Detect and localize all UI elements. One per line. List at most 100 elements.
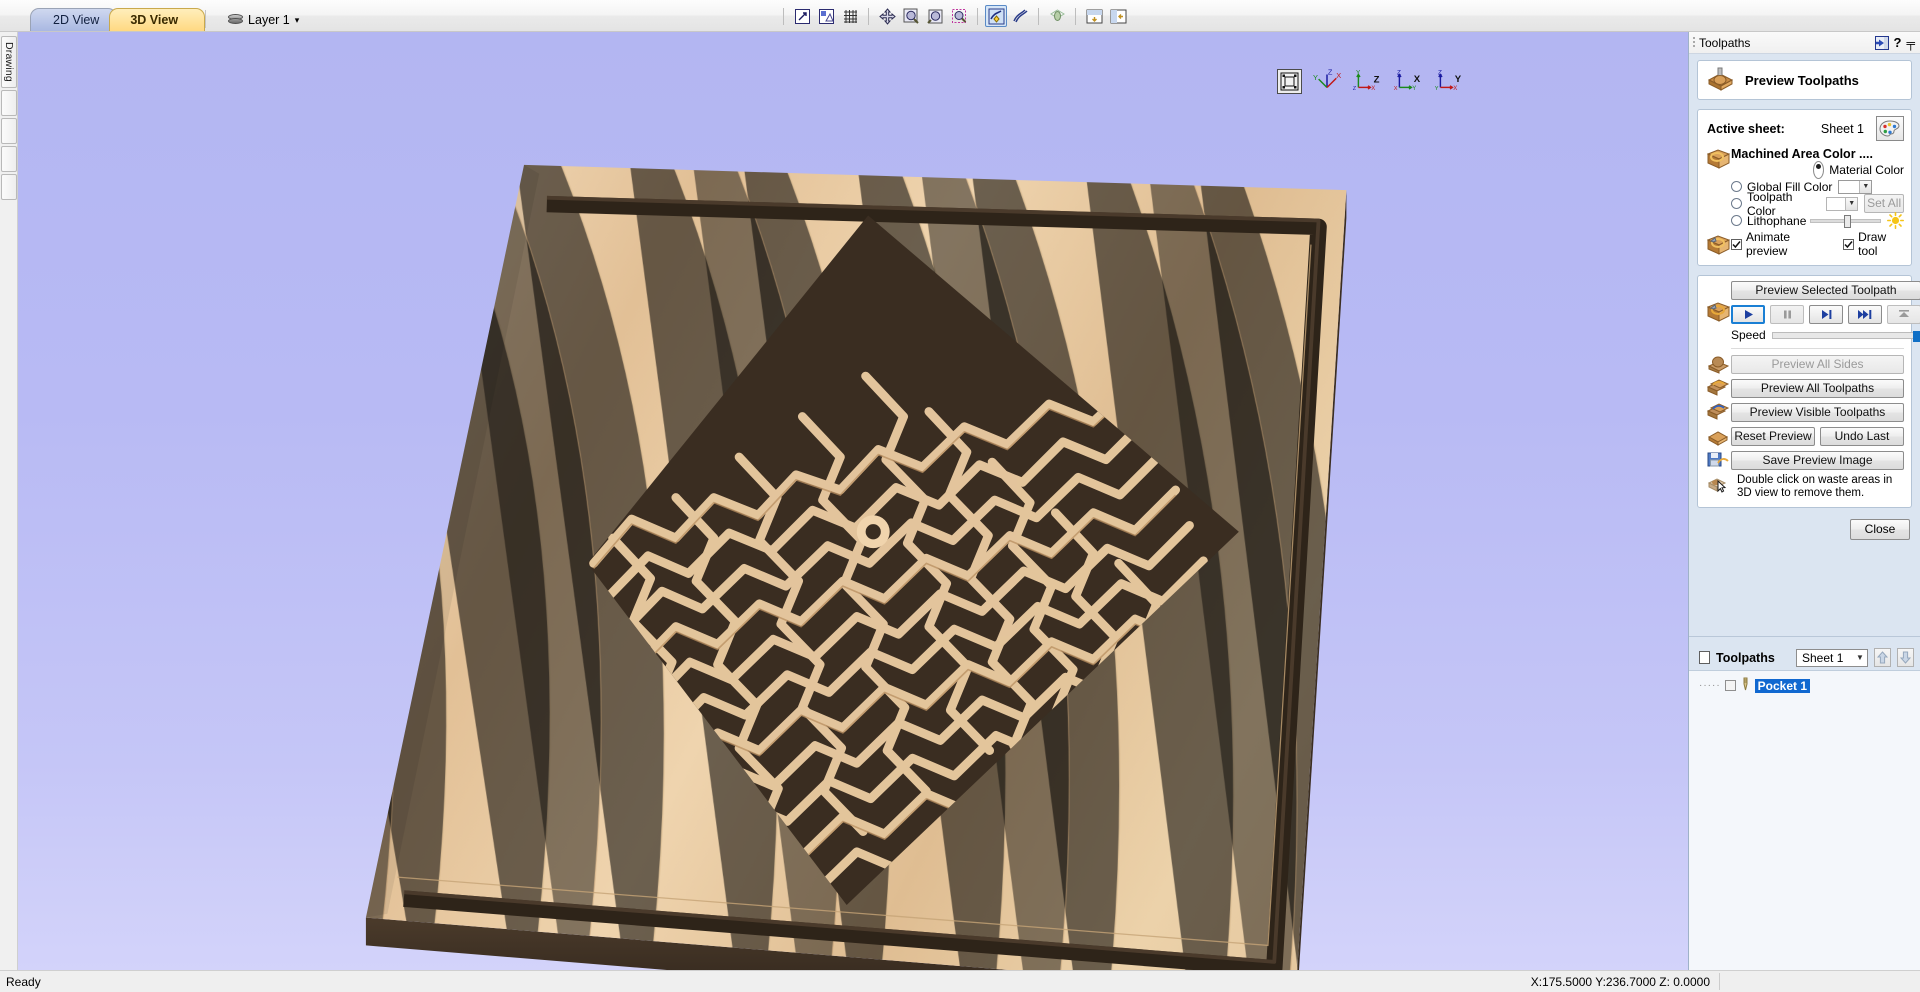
zoom-to-selection-icon[interactable] bbox=[815, 5, 837, 27]
zoom-in-icon[interactable] bbox=[900, 5, 922, 27]
fast-forward-button[interactable] bbox=[1848, 305, 1882, 324]
dock-content: Preview Toolpaths Active sheet: Sheet 1 bbox=[1689, 54, 1920, 636]
pan-icon[interactable] bbox=[876, 5, 898, 27]
transparency-icon[interactable] bbox=[1046, 5, 1068, 27]
preview-visible-toolpaths-icon bbox=[1705, 402, 1731, 422]
preview-visible-toolpaths-row: Preview Visible Toolpaths bbox=[1705, 402, 1904, 422]
animate-preview-icon bbox=[1705, 234, 1731, 255]
divider bbox=[1731, 348, 1904, 349]
end-button[interactable] bbox=[1887, 305, 1920, 324]
color-swatch bbox=[1839, 181, 1859, 193]
toolpaths-tree[interactable]: ····· Pocket 1 bbox=[1689, 670, 1920, 970]
machined-area-section: Machined Area Color .... Material Color … bbox=[1705, 147, 1904, 230]
reset-undo-row: Reset Preview Undo Last bbox=[1705, 426, 1904, 446]
toolpath-name[interactable]: Pocket 1 bbox=[1755, 679, 1810, 693]
svg-text:Y: Y bbox=[1412, 86, 1416, 92]
machined-area-card: Active sheet: Sheet 1 bbox=[1697, 109, 1912, 266]
toolbar-divider bbox=[783, 8, 784, 25]
tab-3d-view[interactable]: 3D View bbox=[109, 8, 205, 31]
dock-splitter[interactable] bbox=[1689, 636, 1920, 644]
sidebar-item-4[interactable] bbox=[1, 146, 17, 172]
list-item[interactable]: ····· Pocket 1 bbox=[1699, 677, 1920, 694]
draw-toolpath-icon[interactable] bbox=[1009, 5, 1031, 27]
chevron-down-icon: ▾ bbox=[295, 16, 300, 25]
preview-visible-toolpaths-button[interactable]: Preview Visible Toolpaths bbox=[1731, 403, 1904, 422]
close-button[interactable]: Close bbox=[1850, 519, 1910, 540]
pin-icon[interactable]: ╤ bbox=[1906, 36, 1915, 50]
reset-preview-button[interactable]: Reset Preview bbox=[1731, 427, 1815, 446]
sidebar-item-2[interactable] bbox=[1, 90, 17, 116]
double-click-hint-icon bbox=[1705, 474, 1731, 494]
hint-text: Double click on waste areas in 3D view t… bbox=[1737, 474, 1904, 500]
zoom-to-extents-icon[interactable] bbox=[791, 5, 813, 27]
pause-button[interactable] bbox=[1770, 305, 1804, 324]
checkbox-label: Draw tool bbox=[1858, 230, 1904, 258]
color-palette-icon[interactable] bbox=[1876, 116, 1904, 141]
top-toolbar: 2D View 3D View Layer 1 ▾ bbox=[0, 0, 1920, 32]
zoom-window-icon[interactable] bbox=[948, 5, 970, 27]
checkbox-draw-tool[interactable]: Draw tool bbox=[1843, 230, 1904, 258]
save-preview-row: Save Preview Image bbox=[1705, 450, 1904, 470]
sidebar-item-5[interactable] bbox=[1, 174, 17, 200]
active-sheet-row: Active sheet: Sheet 1 bbox=[1705, 115, 1904, 143]
undo-last-button[interactable]: Undo Last bbox=[1820, 427, 1904, 446]
checkbox-animate-preview[interactable]: Animate preview bbox=[1731, 230, 1827, 258]
tree-connector: ····· bbox=[1699, 680, 1721, 691]
lithophane-slider[interactable] bbox=[1810, 219, 1881, 223]
zoom-to-fit-icon[interactable] bbox=[1277, 69, 1302, 94]
tab-2d-view[interactable]: 2D View bbox=[30, 8, 117, 31]
svg-text:X: X bbox=[1453, 86, 1457, 92]
preview-selected-row: Preview Selected Toolpath bbox=[1705, 281, 1904, 342]
slider-knob[interactable] bbox=[1844, 215, 1851, 228]
speed-slider[interactable] bbox=[1772, 332, 1920, 339]
application-window: 2D View 3D View Layer 1 ▾ bbox=[0, 0, 1920, 992]
move-up-button[interactable] bbox=[1874, 648, 1891, 667]
split-vertical-icon[interactable] bbox=[1107, 5, 1129, 27]
toolpath-visibility-checkbox[interactable] bbox=[1725, 680, 1736, 691]
set-all-button[interactable]: Set All bbox=[1864, 194, 1904, 213]
preview-selected-toolpath-button[interactable]: Preview Selected Toolpath bbox=[1731, 281, 1920, 300]
shade-toolpath-icon[interactable] bbox=[985, 5, 1007, 27]
radio-material-color[interactable]: Material Color bbox=[1731, 162, 1904, 177]
play-button[interactable] bbox=[1731, 305, 1765, 324]
sheet-select[interactable]: Sheet 1 ▼ bbox=[1796, 649, 1868, 667]
drag-grip-icon[interactable] bbox=[1693, 37, 1695, 49]
machined-area-options: Material Color Global Fill Color ▼ bbox=[1731, 162, 1904, 228]
speed-label: Speed bbox=[1731, 328, 1766, 342]
sidebar-item-label: Drawing bbox=[3, 42, 15, 82]
toolpaths-list-title: Toolpaths bbox=[1716, 651, 1775, 665]
cursor-coordinates: X:175.5000 Y:236.7000 Z: 0.0000 bbox=[1531, 975, 1710, 989]
split-horizontal-icon[interactable] bbox=[1083, 5, 1105, 27]
help-icon[interactable]: ? bbox=[1894, 35, 1902, 50]
dock-title: Toolpaths bbox=[1699, 36, 1870, 50]
side-view-axis[interactable]: Z Y X Y bbox=[1434, 68, 1466, 94]
layer-selector[interactable]: Layer 1 ▾ bbox=[228, 13, 299, 27]
save-preview-image-button[interactable]: Save Preview Image bbox=[1731, 451, 1904, 470]
sidebar-item-3[interactable] bbox=[1, 118, 17, 144]
radio-icon bbox=[1731, 215, 1742, 226]
preview-all-sides-button[interactable]: Preview All Sides bbox=[1731, 355, 1904, 374]
toolpaths-master-checkbox[interactable] bbox=[1699, 651, 1710, 664]
move-down-button[interactable] bbox=[1897, 648, 1914, 667]
3d-viewport[interactable]: Z Y X Y Z X Z bbox=[18, 32, 1688, 970]
form-title: Preview Toolpaths bbox=[1745, 73, 1859, 88]
toolpath-color-combo[interactable]: ▼ bbox=[1826, 197, 1858, 211]
sun-icon bbox=[1887, 212, 1904, 229]
preview-all-toolpaths-button[interactable]: Preview All Toolpaths bbox=[1731, 379, 1904, 398]
step-button[interactable] bbox=[1809, 305, 1843, 324]
main-area: Drawing bbox=[0, 32, 1920, 970]
top-view-axis[interactable]: Y Z X Z bbox=[1352, 68, 1384, 94]
sidebar-item-drawing[interactable]: Drawing bbox=[1, 36, 17, 88]
sheet-select-value: Sheet 1 bbox=[1802, 651, 1843, 665]
global-fill-color-combo[interactable]: ▼ bbox=[1838, 180, 1872, 194]
slider-knob[interactable] bbox=[1913, 331, 1920, 342]
chevron-down-icon: ▼ bbox=[1845, 198, 1857, 210]
radio-toolpath-color[interactable]: Toolpath Color ▼ Set All bbox=[1731, 196, 1904, 211]
chevron-down-icon: ▼ bbox=[1859, 181, 1871, 193]
isometric-view-axis[interactable]: Z Y X bbox=[1311, 68, 1343, 94]
machined-panel-render bbox=[18, 32, 1688, 970]
toggle-grid-icon[interactable] bbox=[839, 5, 861, 27]
dock-back-icon[interactable] bbox=[1875, 36, 1889, 50]
front-view-axis[interactable]: Z X Y X bbox=[1393, 68, 1425, 94]
zoom-out-icon[interactable] bbox=[924, 5, 946, 27]
